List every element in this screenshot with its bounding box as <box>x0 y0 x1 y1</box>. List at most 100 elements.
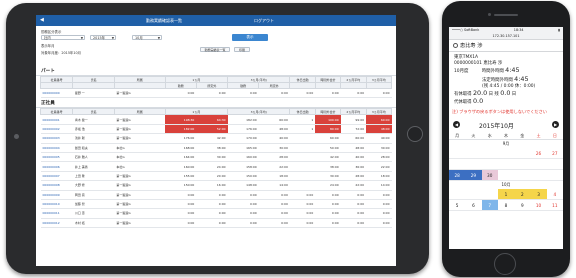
cell-value: 60:00 <box>315 133 341 144</box>
cell-value: 0:00 <box>165 88 197 99</box>
back-arrow-icon[interactable]: ◀ <box>40 17 44 23</box>
calendar-day[interactable]: 29 <box>465 170 482 182</box>
table-row[interactable]: 000000009 岡田 真第一製造G 0:00 0:00 0:00 0:00 0:00 0:… <box>40 190 392 200</box>
app-header: ◀ 勤務実績確認表一覧 ログアウト <box>36 15 396 26</box>
calendar-day[interactable]: 11 <box>546 200 563 212</box>
cell-code[interactable]: 000000010 <box>40 199 73 210</box>
cell-value: 18:00 <box>258 171 290 182</box>
cell-value: 48:00 <box>340 143 367 153</box>
table-row[interactable]: 000000011 川口 恵第一製造G 0:00 0:00 0:00 0:00 0:00 0:… <box>40 208 392 219</box>
calendar-day[interactable]: 8 <box>497 200 515 212</box>
calendar-day[interactable]: 5 <box>449 200 466 212</box>
table-row[interactable]: 000000007 上田 隆第一製造G 155:00 20:00 150:00 18:00… <box>40 171 392 182</box>
cell-value: 30:00 <box>315 171 341 182</box>
target-month-text: 対象年月度：2015年10月 <box>41 51 82 55</box>
table-row[interactable]: 000000003 浅井 聡第一製造G 176:00 42:00 170:00 40:00… <box>40 133 392 144</box>
cell-value: 164:00 <box>165 152 197 163</box>
cell-value: 60:00 <box>258 114 290 125</box>
calendar-month-label: 9月 <box>502 141 510 147</box>
cell-value: 0:00 <box>366 208 392 219</box>
cell-code[interactable]: 000000006 <box>40 161 73 172</box>
tablet-home-button[interactable] <box>407 126 423 142</box>
user-header: 恵比寿 渉 <box>449 40 563 52</box>
cell-value: 0:00 <box>289 218 316 229</box>
cell-value: 176:00 <box>227 124 259 135</box>
table-row[interactable]: 000000006 井上 美香 本社G 160:00 24:00 158:00 22:00 3… <box>40 161 392 172</box>
cell-code[interactable]: 000000002 <box>40 124 73 135</box>
cell-value: 14:00 <box>366 180 392 191</box>
calendar-day[interactable]: 6 <box>465 200 482 212</box>
calendar-day[interactable]: 26 <box>530 148 547 160</box>
calendar-day[interactable]: 9 <box>514 200 531 212</box>
calendar-day[interactable]: 7 <box>481 200 498 212</box>
table-row[interactable]: 000000001 青木 健一 第一製造G 198:30 64:30 182:00 60:0… <box>40 114 392 125</box>
cell-value: 148:00 <box>227 180 259 191</box>
cell-code[interactable]: 000000000 <box>40 88 73 99</box>
calendar-day[interactable]: 1 <box>497 189 515 201</box>
cell-name: 星野 一 <box>72 88 115 99</box>
prev-month-icon[interactable]: ◀ <box>453 121 460 129</box>
section-regular-title: 正社員 <box>36 100 396 109</box>
cell-value: 0:00 <box>196 88 228 99</box>
cell-code[interactable]: 000000003 <box>40 133 73 144</box>
table-row[interactable]: 000000002 赤坂 浩第一製造G 182:00 52:00 176:00 48:00… <box>40 124 392 135</box>
report-list-button[interactable]: 勤務実績表一覧 <box>200 47 230 52</box>
cell-code[interactable]: 000000008 <box>40 180 73 191</box>
next-month-icon[interactable]: ▶ <box>552 121 559 129</box>
cell-value: 14:00 <box>258 180 290 191</box>
table-row[interactable]: 000000000 星野 一第一製造G 0:00 0:00 0:00 0:00 0:00 0:… <box>40 88 392 99</box>
cell-value: 1 <box>289 124 316 135</box>
calendar-day[interactable]: 4 <box>546 189 563 201</box>
calendar-day[interactable]: 27 <box>546 148 563 160</box>
cell-value: 0:00 <box>366 190 392 200</box>
cell-code[interactable]: 000000011 <box>40 208 73 219</box>
table-row[interactable]: 000000010 加藤 智第一製造G 0:00 0:00 0:00 0:00 0:00 0:… <box>40 199 392 210</box>
cell-value: 64:30 <box>196 114 228 125</box>
cell-value: 0:00 <box>196 199 228 210</box>
calendar-header: ◀ 2015年10月 ▶ <box>449 119 563 132</box>
cell-value: 160:00 <box>165 161 197 172</box>
cell-post: 第一製造G <box>114 88 166 99</box>
table-row[interactable]: 000000005 石井 雅人 本社G 164:00 30:00 160:00 28:00 4… <box>40 152 392 163</box>
cell-value: 0:00 <box>289 199 316 210</box>
calendar-day[interactable]: 2 <box>514 189 531 201</box>
cell-value: 0:00 <box>366 218 392 229</box>
cell-code[interactable]: 000000009 <box>40 190 73 200</box>
calendar-day[interactable]: 10 <box>530 200 547 212</box>
cell-name: 川口 恵 <box>72 208 115 219</box>
calendar-day[interactable]: 28 <box>449 170 466 182</box>
print-button[interactable]: 印刷 <box>234 47 250 52</box>
cell-value: 1 <box>289 114 316 125</box>
year-select[interactable]: 2015年 ▼ <box>90 35 116 40</box>
weekday-row: 月火水木金土日 <box>449 132 563 141</box>
table-row[interactable]: 000000012 木村 拓第一製造G 0:00 0:00 0:00 0:00 0:00 0:… <box>40 218 392 229</box>
dropdown-icon: ▼ <box>111 36 114 40</box>
table-row[interactable]: 000000008 大野 修第一製造G 150:00 16:00 148:00 14:00… <box>40 180 392 191</box>
cell-value: 40:00 <box>340 152 367 163</box>
cell-value: 30:00 <box>258 143 290 153</box>
paid-leave-value: 20.0 <box>472 89 488 98</box>
cell-name: 石井 雅人 <box>72 152 115 163</box>
cell-code[interactable]: 000000005 <box>40 152 73 163</box>
cell-value: 42:00 <box>196 133 228 144</box>
cell-post: 第一製造G <box>114 208 166 219</box>
calendar-day[interactable]: 30 <box>481 170 498 182</box>
table-row[interactable]: 000000004 飯田 和夫 本社G 168:00 38:00 165:00 30:00 5… <box>40 143 392 153</box>
tablet-screen: ◀ 勤務実績確認表一覧 ログアウト 勤務区分表示 社内 ▼ 表示年月 2015年 ▼… <box>36 15 396 266</box>
month-select[interactable]: 10月 ▼ <box>132 35 162 40</box>
cell-value: 150:00 <box>165 180 197 191</box>
cell-value: 165:00 <box>227 143 259 153</box>
tablet-camera <box>14 134 19 139</box>
cell-code[interactable]: 000000007 <box>40 171 73 182</box>
logout-link[interactable]: ログアウト <box>254 18 274 24</box>
show-button[interactable]: 表示 <box>232 34 268 41</box>
cell-code[interactable]: 000000004 <box>40 143 73 153</box>
cell-code[interactable]: 000000012 <box>40 218 73 229</box>
cell-value: 0:00 <box>340 88 367 99</box>
user-icon <box>453 43 458 48</box>
cell-code[interactable]: 000000001 <box>40 114 73 125</box>
calendar-day[interactable]: 3 <box>530 189 547 201</box>
phone-home-button[interactable] <box>494 253 516 275</box>
dept-select[interactable]: 社内 ▼ <box>41 35 85 40</box>
cell-value: 0:00 <box>196 218 228 229</box>
